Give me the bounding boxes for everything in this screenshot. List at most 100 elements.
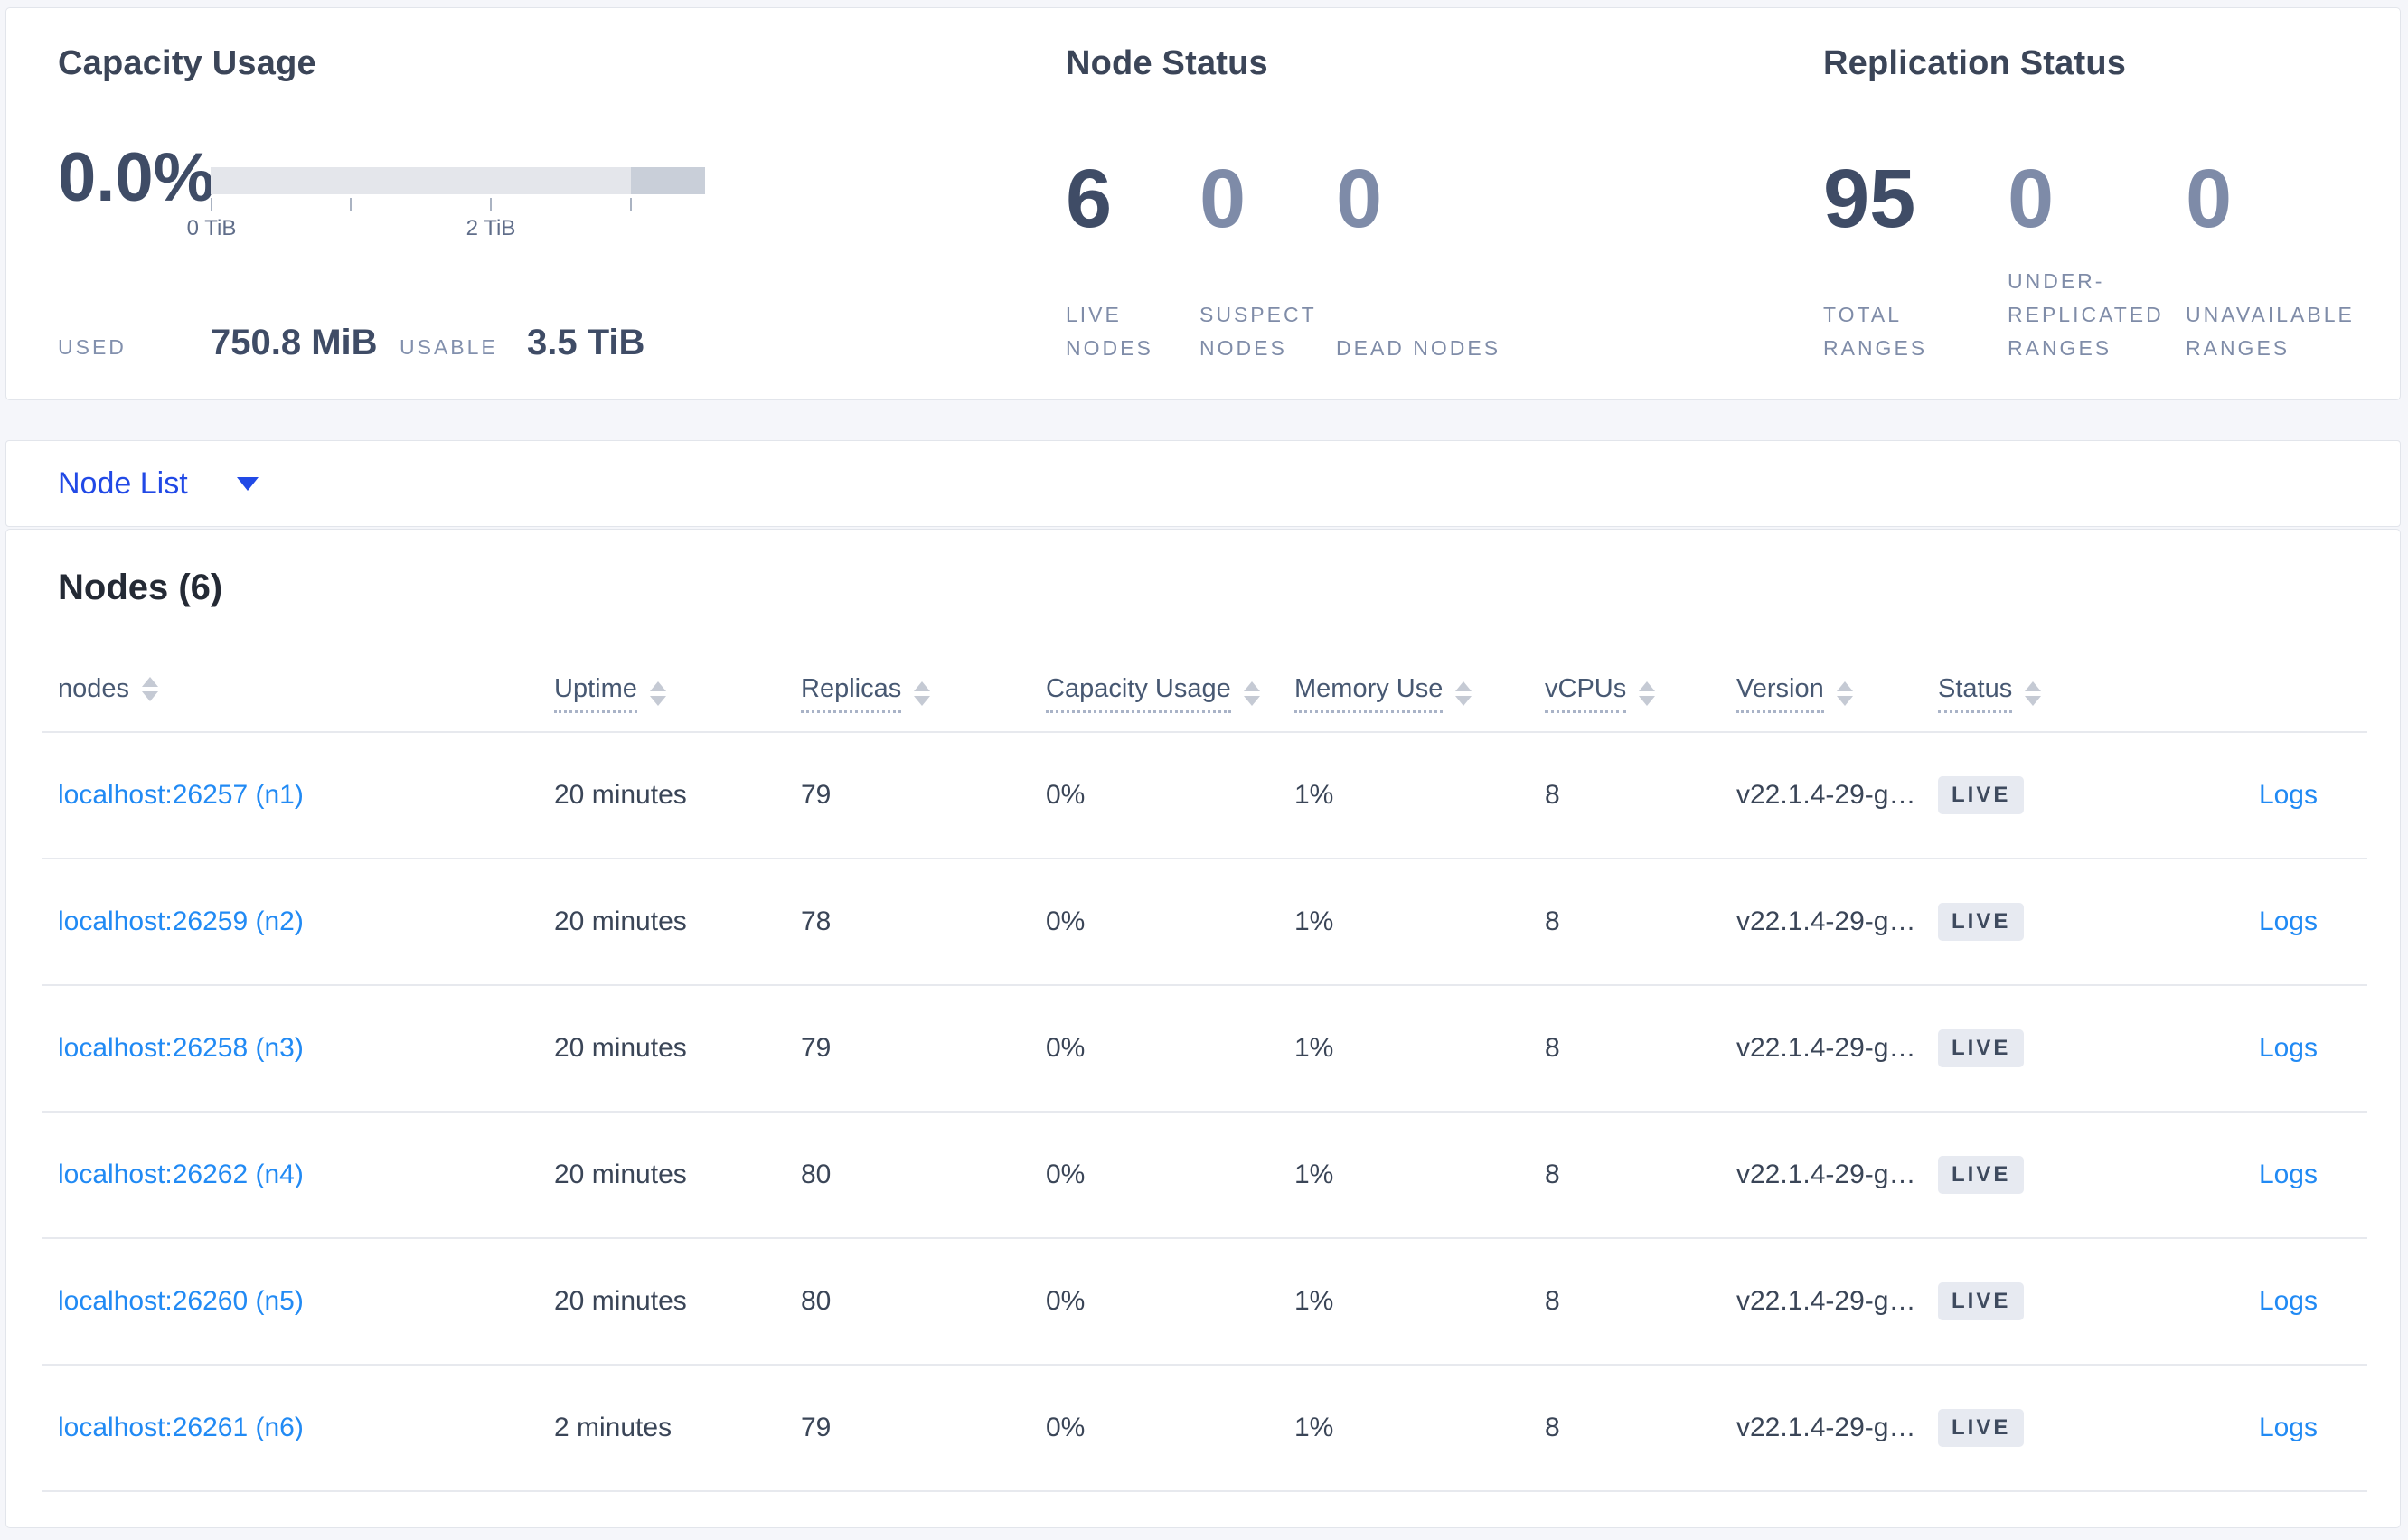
vcpus-cell: 8 — [1545, 906, 1560, 937]
capacity-cell: 0% — [1046, 780, 1086, 811]
version-cell: v22.1.4-29-g… — [1736, 1413, 1916, 1443]
suspect-nodes-label: SUSPECT NODES — [1199, 303, 1317, 360]
node-link[interactable]: localhost:26261 (n6) — [58, 1413, 304, 1442]
logs-link[interactable]: Logs — [2259, 1160, 2318, 1189]
uptime-cell: 20 minutes — [554, 1033, 687, 1064]
caret-down-icon — [236, 476, 259, 491]
replication-status-stats: 95 TOTAL RANGES 0 UNDER-REPLICATED RANGE… — [1823, 157, 2402, 365]
sort-icon — [649, 681, 666, 707]
vcpus-cell: 8 — [1545, 1413, 1560, 1443]
sort-icon — [1639, 681, 1656, 707]
unavailable-ranges-label: UNAVAILABLE RANGES — [2186, 303, 2355, 360]
column-header-status[interactable]: Status — [1923, 674, 2103, 714]
memory-cell: 1% — [1294, 780, 1334, 811]
under-replicated-ranges-stat: 0 UNDER-REPLICATED RANGES — [2008, 157, 2186, 365]
memory-cell: 1% — [1294, 1413, 1334, 1443]
total-ranges-value: 95 — [1823, 153, 1916, 245]
version-cell: v22.1.4-29-g… — [1736, 1286, 1916, 1317]
table-row: localhost:26259 (n2) 20 minutes 78 0% 1%… — [42, 859, 2367, 987]
table-row: localhost:26262 (n4) 20 minutes 80 0% 1%… — [42, 1113, 2367, 1240]
replicas-cell: 79 — [801, 1413, 832, 1443]
dead-nodes-value: 0 — [1336, 153, 1383, 245]
node-link[interactable]: localhost:26258 (n3) — [58, 1033, 304, 1063]
sort-icon — [2025, 681, 2042, 707]
column-header-vcpus[interactable]: vCPUs — [1529, 674, 1721, 714]
sort-icon — [1455, 681, 1472, 707]
vcpus-cell: 8 — [1545, 1286, 1560, 1317]
unavailable-ranges-value: 0 — [2186, 153, 2233, 245]
status-cell: LIVE — [1923, 1409, 2103, 1448]
column-header-uptime[interactable]: Uptime — [539, 674, 785, 714]
capacity-cell: 0% — [1046, 1286, 1086, 1317]
logs-link[interactable]: Logs — [2259, 1413, 2318, 1442]
capacity-percent-value: 0.0% — [58, 139, 215, 216]
column-header-label: Version — [1736, 674, 1824, 714]
version-cell: v22.1.4-29-g… — [1736, 1160, 1916, 1190]
vcpus-cell: 8 — [1545, 780, 1560, 811]
axis-tick-label: 2 TiB — [466, 216, 516, 240]
capacity-usage-bar: 0 TiB 2 TiB — [187, 167, 705, 254]
status-cell: LIVE — [1923, 1156, 2103, 1195]
replicas-cell: 80 — [801, 1160, 832, 1190]
node-link[interactable]: localhost:26259 (n2) — [58, 906, 304, 936]
memory-cell: 1% — [1294, 1160, 1334, 1190]
column-header-label: Replicas — [801, 674, 902, 714]
sort-icon — [142, 677, 159, 702]
used-value: 750.8 MiB — [211, 323, 378, 362]
column-header-label: Memory Use — [1294, 674, 1444, 714]
column-header-label: vCPUs — [1545, 674, 1627, 714]
replicas-cell: 79 — [801, 1033, 832, 1064]
suspect-nodes-value: 0 — [1199, 153, 1246, 245]
nodes-table: nodes Uptime Replicas Capacity Usage Mem… — [42, 674, 2367, 1493]
live-nodes-value: 6 — [1066, 153, 1113, 245]
sort-icon — [914, 681, 931, 707]
replicas-cell: 80 — [801, 1286, 832, 1317]
version-cell: v22.1.4-29-g… — [1736, 1033, 1916, 1064]
node-link[interactable]: localhost:26260 (n5) — [58, 1286, 304, 1316]
logs-link[interactable]: Logs — [2259, 906, 2318, 936]
logs-link[interactable]: Logs — [2259, 780, 2318, 810]
node-status-section: Node Status 6 LIVE NODES 0 SUSPECT NODES… — [1066, 8, 1789, 399]
node-link[interactable]: localhost:26257 (n1) — [58, 780, 304, 810]
nodes-table-card: Nodes (6) nodes Uptime Replicas Capacity… — [5, 529, 2401, 1528]
replication-status-section: Replication Status 95 TOTAL RANGES 0 UND… — [1823, 8, 2402, 399]
vcpus-cell: 8 — [1545, 1160, 1560, 1190]
version-cell: v22.1.4-29-g… — [1736, 906, 1916, 937]
sort-icon — [1836, 681, 1853, 707]
table-row: localhost:26260 (n5) 20 minutes 80 0% 1%… — [42, 1239, 2367, 1366]
table-header-row: nodes Uptime Replicas Capacity Usage Mem… — [42, 674, 2367, 734]
status-badge: LIVE — [1938, 1029, 2025, 1068]
column-header-replicas[interactable]: Replicas — [785, 674, 1030, 714]
column-header-capacity-usage[interactable]: Capacity Usage — [1030, 674, 1279, 714]
axis-tick — [630, 198, 632, 211]
uptime-cell: 20 minutes — [554, 1286, 687, 1317]
uptime-cell: 20 minutes — [554, 906, 687, 937]
total-ranges-stat: 95 TOTAL RANGES — [1823, 157, 2008, 365]
capacity-cell: 0% — [1046, 1413, 1086, 1443]
column-header-version[interactable]: Version — [1721, 674, 1923, 714]
capacity-usage-section: Capacity Usage 0.0% 0 TiB 2 TiB USED 750… — [58, 8, 1034, 399]
logs-link[interactable]: Logs — [2259, 1286, 2318, 1316]
dead-nodes-label: DEAD NODES — [1336, 336, 1501, 360]
capacity-used-row: USED 750.8 MiB USABLE 3.5 TiB — [58, 323, 1034, 366]
status-cell: LIVE — [1923, 1282, 2103, 1321]
capacity-cell: 0% — [1046, 1033, 1086, 1064]
table-row: localhost:26257 (n1) 20 minutes 79 0% 1%… — [42, 733, 2367, 860]
sort-icon — [1243, 681, 1260, 707]
axis-tick-label: 0 TiB — [186, 216, 237, 240]
axis-tick — [350, 198, 352, 211]
logs-link[interactable]: Logs — [2259, 1033, 2318, 1063]
live-nodes-stat: 6 LIVE NODES — [1066, 157, 1199, 365]
uptime-cell: 20 minutes — [554, 1160, 687, 1190]
column-header-memory-use[interactable]: Memory Use — [1279, 674, 1529, 714]
live-nodes-label: LIVE NODES — [1066, 303, 1153, 360]
version-cell: v22.1.4-29-g… — [1736, 780, 1916, 811]
memory-cell: 1% — [1294, 1033, 1334, 1064]
column-header-label: Status — [1938, 674, 2013, 714]
node-link[interactable]: localhost:26262 (n4) — [58, 1160, 304, 1189]
node-list-dropdown[interactable]: Node List — [58, 466, 259, 502]
cluster-summary-card: Capacity Usage 0.0% 0 TiB 2 TiB USED 750… — [5, 7, 2401, 400]
column-header-nodes[interactable]: nodes — [42, 674, 539, 704]
view-selector-card: Node List — [5, 440, 2401, 527]
replication-status-title: Replication Status — [1823, 44, 2127, 82]
